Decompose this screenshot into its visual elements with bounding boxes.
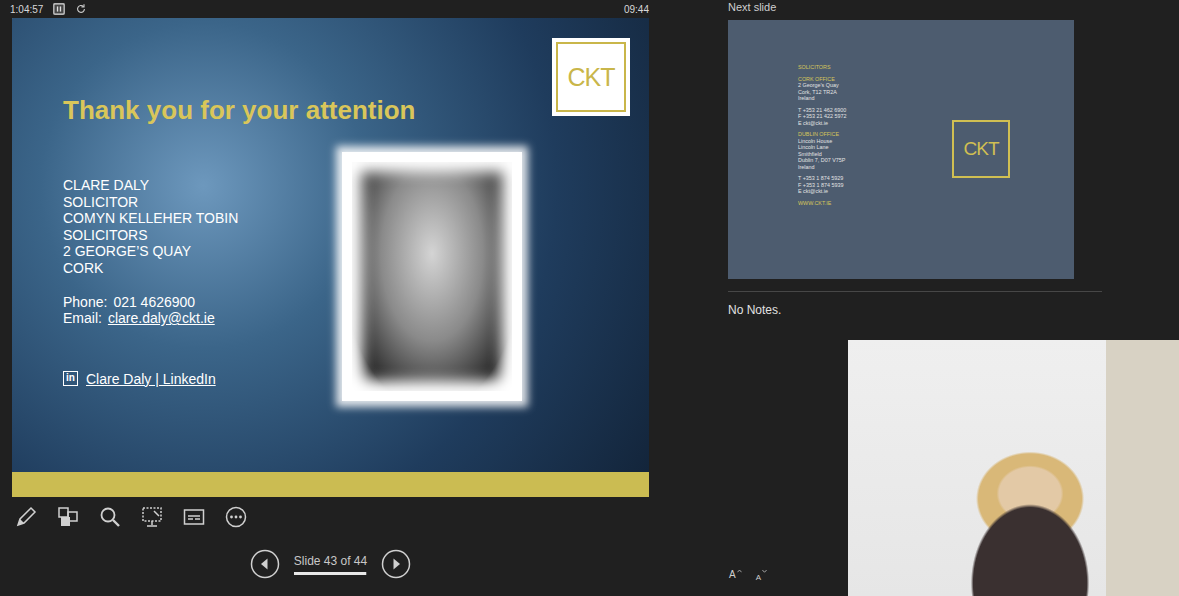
increase-icon — [737, 569, 742, 573]
top-bar: 1:04:57 09:44 — [12, 0, 649, 18]
portrait-photo — [342, 152, 522, 401]
contact-line: 2 GEORGE’S QUAY — [63, 243, 342, 260]
contact-details: CLARE DALYSOLICITORCOMYN KELLEHER TOBINS… — [12, 152, 342, 401]
previous-slide-icon[interactable] — [250, 549, 280, 579]
slide-counter: Slide 43 of 44 — [294, 554, 367, 568]
decrease-icon — [762, 569, 767, 573]
pause-timer-icon[interactable] — [53, 3, 65, 15]
zoom-icon[interactable] — [98, 505, 122, 529]
address-block: T +353 1 874 5929F +353 1 874 5939E ckt@… — [798, 175, 908, 195]
presenter-view: 1:04:57 09:44 Thank you for your attention… — [0, 0, 1179, 596]
linkedin-icon: in — [63, 371, 78, 386]
subtitles-icon[interactable] — [182, 505, 206, 529]
webcam-video — [848, 340, 1179, 596]
email-line: Email:clare.daly@ckt.ie — [63, 310, 342, 327]
restart-timer-icon[interactable] — [75, 3, 87, 15]
font-size-button[interactable]: A — [729, 569, 742, 584]
address-block: WWW.CKT.IE — [798, 200, 908, 207]
address-block: T +353 21 462 6900F +353 21 422 5972E ck… — [798, 107, 908, 127]
ckt-logo: CKT — [952, 120, 1010, 178]
clock: 09:44 — [624, 4, 649, 15]
contact-line: CLARE DALY — [63, 177, 342, 194]
elapsed-timer: 1:04:57 — [10, 4, 43, 15]
black-screen-icon[interactable] — [140, 505, 164, 529]
ckt-logo: CKT — [552, 38, 630, 116]
current-slide: Thank you for your attention CKT CLARE DAL… — [12, 18, 649, 497]
see-all-slides-icon[interactable] — [56, 505, 80, 529]
contact-line: CORK — [63, 260, 342, 277]
email-link[interactable]: clare.daly@ckt.ie — [108, 310, 215, 326]
address-block: SOLICITORS — [798, 64, 908, 71]
address-block: CORK OFFICE2 George’s QuayCork, T12 TR2A… — [798, 76, 908, 102]
slide-footer-bar — [12, 472, 649, 497]
phone-line: Phone:021 4626900 — [63, 294, 342, 311]
contact-line: SOLICITORS — [63, 227, 342, 244]
font-size-button[interactable]: A — [756, 569, 767, 584]
slide-navigation: Slide 43 of 44 — [12, 549, 649, 579]
pen-icon[interactable] — [14, 505, 38, 529]
next-slide-icon[interactable] — [381, 549, 411, 579]
slide-progress — [294, 572, 367, 575]
more-options-icon[interactable] — [224, 505, 248, 529]
next-slide-label: Next slide — [728, 0, 1179, 14]
next-slide-preview[interactable]: SOLICITORS CORK OFFICE2 George’s QuayCork… — [728, 20, 1074, 279]
contact-line: SOLICITOR — [63, 194, 342, 211]
presenter-main: 1:04:57 09:44 Thank you for your attention… — [0, 0, 661, 596]
slide-title: Thank you for your attention — [63, 95, 415, 125]
side-panel: Next slide SOLICITORS CORK OFFICE2 George’… — [661, 0, 1179, 596]
linkedin-link[interactable]: inClare Daly | LinkedIn — [63, 371, 342, 387]
contact-line: COMYN KELLEHER TOBIN — [63, 210, 342, 227]
speaker-notes: No Notes. — [728, 292, 1179, 318]
address-block: DUBLIN OFFICELincoln HouseLincoln LaneSm… — [798, 131, 908, 170]
presenter-toolbar — [12, 505, 661, 529]
